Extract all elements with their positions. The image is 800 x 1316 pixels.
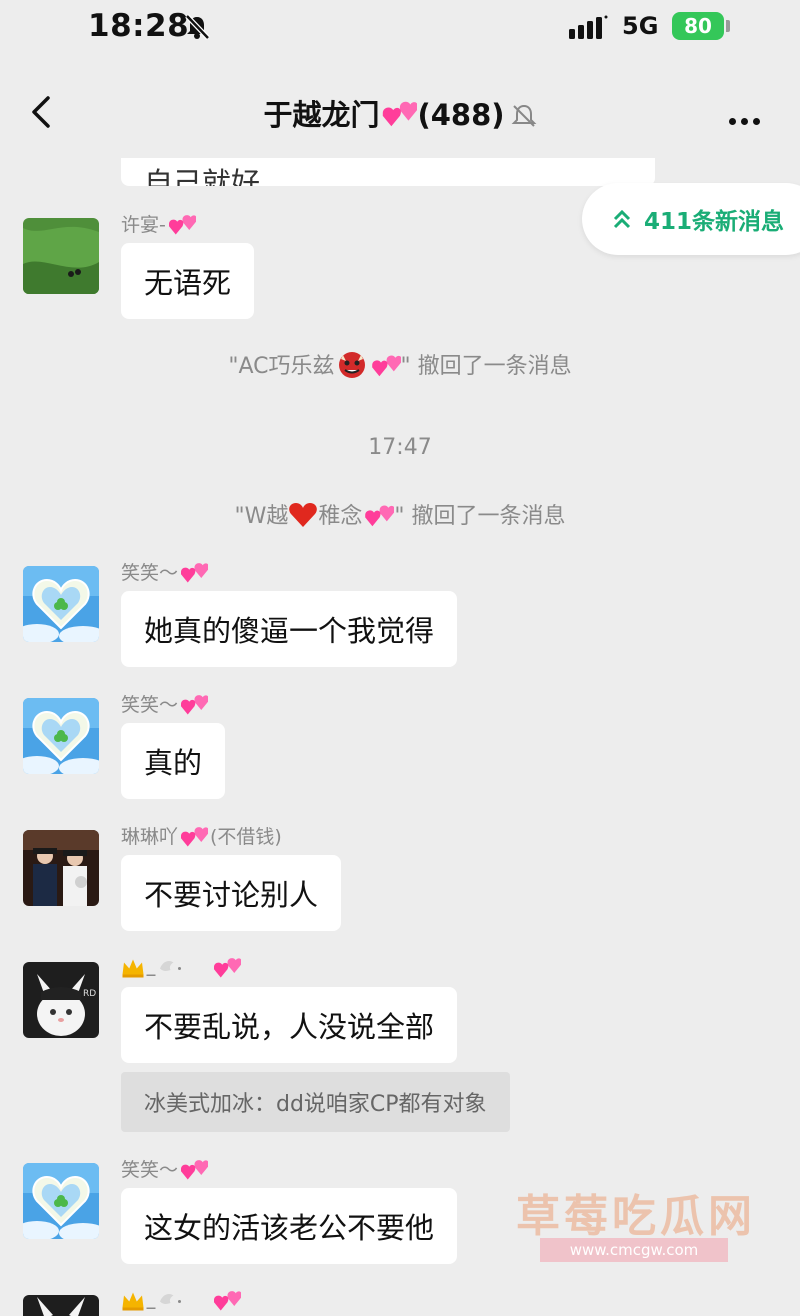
dot — [741, 118, 748, 125]
more-options-button[interactable] — [729, 110, 760, 129]
quoted-message[interactable]: 冰美式加冰：dd说咱家CP都有对象 — [121, 1072, 510, 1132]
time-divider: 17:47 — [368, 435, 432, 460]
cat-photo-avatar — [23, 1295, 99, 1316]
sender-name: 琳琳吖 (不借钱) — [121, 822, 282, 849]
network-type: 5G — [622, 12, 659, 40]
two-hearts-icon — [178, 823, 208, 849]
cloud-heart-avatar — [23, 566, 99, 642]
message-bubble[interactable]: 不要讨论别人 — [121, 855, 342, 931]
sender-name — [121, 1287, 241, 1313]
battery-tip — [726, 20, 730, 32]
cellular-signal-icon — [569, 15, 609, 39]
new-messages-button[interactable]: 411条新消息 — [582, 183, 800, 255]
two-hearts-icon — [379, 97, 417, 132]
avatar[interactable] — [23, 566, 99, 642]
couple-photo-avatar — [23, 830, 99, 906]
dot — [753, 118, 760, 125]
two-hearts-icon — [211, 1287, 241, 1313]
svg-text:RD: RD — [83, 989, 96, 999]
two-hearts-icon — [369, 351, 401, 379]
watermark-text: 草莓吃瓜网 — [516, 1191, 756, 1242]
silent-bell-icon — [184, 14, 210, 40]
status-bar: 18:28 5G 80 — [0, 0, 800, 56]
sender-name: 笑笑～ — [121, 690, 208, 717]
mute-bell-icon — [511, 102, 537, 136]
two-hearts-icon — [178, 559, 208, 585]
chat-title: 于越龙门 (488) — [0, 92, 800, 136]
sender-name — [121, 954, 241, 980]
message-bubble-partial[interactable]: 自己就好 — [121, 158, 655, 186]
crown-dove-decor-icon — [121, 1287, 211, 1313]
grass-landscape-avatar — [23, 218, 99, 294]
battery-indicator: 80 — [672, 12, 724, 40]
message-bubble[interactable]: 这女的活该老公不要他 — [121, 1188, 458, 1264]
red-heart-icon — [288, 501, 318, 529]
sender-name: 笑笑～ — [121, 1155, 208, 1182]
message-bubble[interactable]: 不要乱说，人没说全部 — [121, 987, 458, 1063]
chat-header: 于越龙门 (488) — [0, 62, 800, 158]
avatar[interactable] — [23, 218, 99, 294]
crown-dove-decor-icon — [121, 954, 211, 980]
cloud-heart-avatar — [23, 1163, 99, 1239]
cloud-heart-avatar — [23, 698, 99, 774]
group-name: 于越龙门 — [263, 98, 380, 132]
two-hearts-icon — [178, 1156, 208, 1182]
double-chevron-up-icon — [613, 209, 631, 229]
two-hearts-icon — [178, 691, 208, 717]
dot — [729, 118, 736, 125]
avatar[interactable] — [23, 1163, 99, 1239]
two-hearts-icon — [211, 954, 241, 980]
member-count: (488) — [417, 98, 505, 132]
system-recall-notice: "W越 稚念 " 撤回了一条消息 — [0, 498, 800, 530]
sender-name: 笑笑～ — [121, 558, 208, 585]
avatar[interactable] — [23, 1295, 99, 1316]
message-bubble[interactable]: 无语死 — [121, 243, 255, 319]
message-bubble[interactable]: 她真的傻逼一个我觉得 — [121, 591, 458, 667]
two-hearts-icon — [362, 501, 394, 529]
watermark-url: www.cmcgw.com — [540, 1238, 728, 1262]
message-bubble[interactable]: 真的 — [121, 723, 226, 799]
two-hearts-icon — [166, 211, 196, 237]
avatar[interactable] — [23, 830, 99, 906]
cat-photo-avatar: RD — [23, 962, 99, 1038]
sender-name: 许宴- — [121, 210, 196, 237]
status-time: 18:28 — [88, 8, 190, 44]
ogre-emoji-icon — [337, 349, 367, 379]
system-recall-notice: "AC巧乐兹 " 撤回了一条消息 — [0, 348, 800, 380]
avatar[interactable] — [23, 698, 99, 774]
avatar[interactable]: RD — [23, 962, 99, 1038]
